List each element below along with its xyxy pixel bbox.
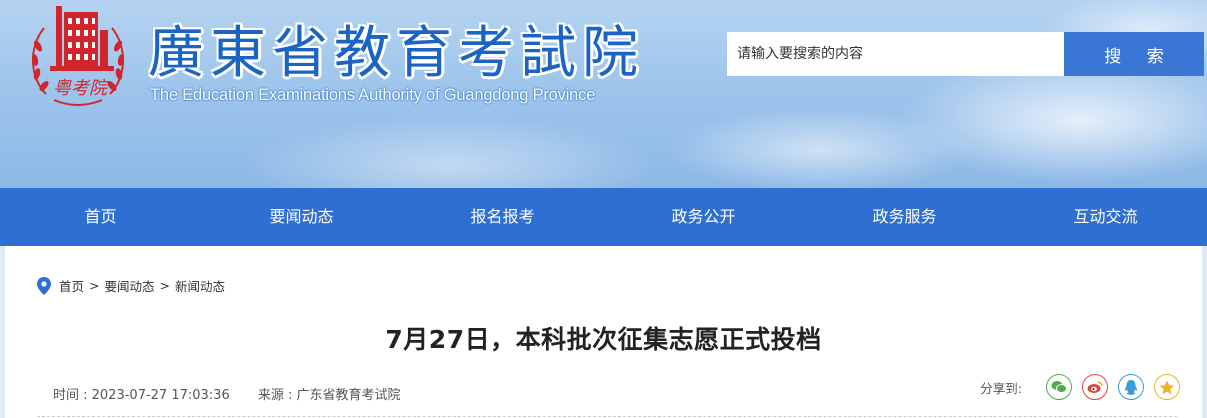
nav-item-home[interactable]: 首页 <box>0 188 201 246</box>
qzone-icon <box>1159 380 1175 394</box>
share-label: 分享到: <box>980 380 1022 396</box>
divider <box>37 416 1177 417</box>
wechat-icon <box>1051 381 1067 393</box>
breadcrumb-news[interactable]: 要闻动态 <box>105 276 155 295</box>
site-title-cn: 廣東省教育考試院 <box>148 21 644 86</box>
search-input[interactable] <box>727 32 1064 76</box>
main-nav: 首页 要闻动态 报名报考 政务公开 政务服务 互动交流 <box>0 188 1207 246</box>
qq-icon <box>1125 379 1137 395</box>
location-pin-icon <box>37 276 51 295</box>
share-bar: 分享到: <box>980 374 1180 400</box>
nav-item-gov-affairs[interactable]: 政务公开 <box>603 188 804 246</box>
publish-time: 时间 : 2023-07-27 17:03:36 <box>53 388 230 403</box>
breadcrumb-separator: > <box>159 278 170 293</box>
nav-item-interaction[interactable]: 互动交流 <box>1005 188 1206 246</box>
article-meta: 时间 : 2023-07-27 17:03:36 来源 : 广东省教育考试院 <box>53 384 401 403</box>
share-weibo-button[interactable] <box>1082 374 1108 400</box>
weibo-icon <box>1087 381 1103 393</box>
site-header: 粤考院 廣東省教育考試院 The Education Examinations … <box>0 0 1207 188</box>
search-button[interactable]: 搜 索 <box>1064 32 1204 76</box>
svg-text:粤考院: 粤考院 <box>53 78 110 99</box>
nav-item-registration[interactable]: 报名报考 <box>402 188 603 246</box>
nav-item-news[interactable]: 要闻动态 <box>201 188 402 246</box>
breadcrumb-current[interactable]: 新闻动态 <box>175 276 225 295</box>
breadcrumb: 首页 > 要闻动态 > 新闻动态 <box>37 276 225 295</box>
breadcrumb-home[interactable]: 首页 <box>59 276 84 295</box>
emblem-logo[interactable]: 粤考院 <box>24 4 132 112</box>
article-source: 来源 : 广东省教育考试院 <box>257 388 401 403</box>
article-title: 7月27日，本科批次征集志愿正式投档 <box>385 325 822 354</box>
share-qzone-button[interactable] <box>1154 374 1180 400</box>
breadcrumb-separator: > <box>89 278 100 293</box>
share-qq-button[interactable] <box>1118 374 1144 400</box>
site-title-en: The Education Examinations Authority of … <box>150 86 596 104</box>
nav-item-gov-services[interactable]: 政务服务 <box>804 188 1005 246</box>
article-panel: 首页 > 要闻动态 > 新闻动态 7月27日，本科批次征集志愿正式投档 时间 :… <box>5 246 1202 418</box>
share-wechat-button[interactable] <box>1046 374 1072 400</box>
